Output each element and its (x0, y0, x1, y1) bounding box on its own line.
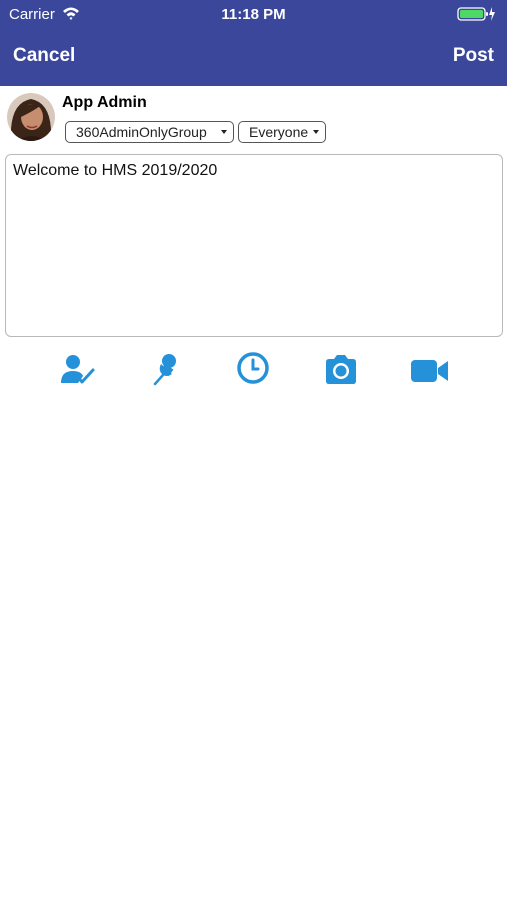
status-bar: Carrier 11:18 PM (0, 0, 507, 28)
navigation-bar: Cancel Post (0, 28, 507, 86)
clock-time: 11:18 PM (221, 6, 286, 23)
schedule-clock-icon[interactable] (236, 352, 270, 386)
cancel-button[interactable]: Cancel (13, 45, 75, 67)
group-select[interactable]: 360AdminOnlyGroup (65, 121, 234, 143)
tag-user-icon[interactable] (60, 352, 96, 386)
audience-select[interactable]: Everyone (238, 121, 326, 143)
video-icon[interactable] (409, 352, 451, 386)
caret-down-icon (221, 130, 227, 134)
group-select-value: 360AdminOnlyGroup (76, 124, 207, 140)
battery-icon (457, 7, 495, 21)
caret-down-icon (313, 130, 319, 134)
pin-icon[interactable] (152, 352, 180, 386)
camera-icon[interactable] (324, 352, 358, 386)
avatar (7, 93, 55, 141)
avatar-photo (7, 93, 55, 141)
post-textarea[interactable]: Welcome to HMS 2019/2020 (5, 154, 503, 337)
post-button[interactable]: Post (453, 45, 494, 67)
audience-select-value: Everyone (249, 124, 309, 140)
author-name: App Admin (62, 94, 147, 111)
